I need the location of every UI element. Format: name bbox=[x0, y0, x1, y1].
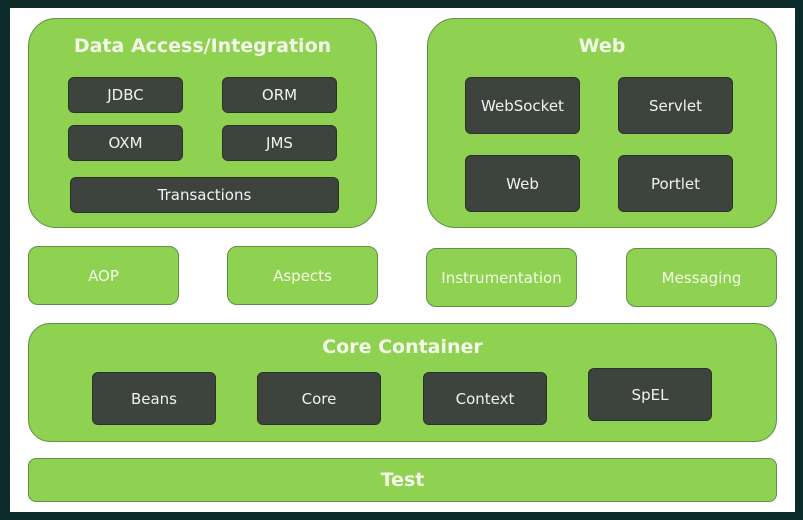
component-jms: JMS bbox=[222, 125, 337, 161]
component-orm: ORM bbox=[222, 77, 337, 113]
group-title: Core Container bbox=[322, 336, 483, 358]
component-spel: SpEL bbox=[588, 368, 712, 421]
module-aspects: Aspects bbox=[227, 246, 378, 305]
component-beans: Beans bbox=[92, 372, 216, 425]
component-websocket: WebSocket bbox=[465, 77, 580, 134]
component-context: Context bbox=[423, 372, 547, 425]
group-title: Data Access/Integration bbox=[73, 35, 332, 57]
core-container-group: Core Container Beans Core Context SpEL bbox=[28, 323, 777, 442]
data-access-group: Data Access/Integration JDBC ORM OXM JMS… bbox=[28, 18, 377, 228]
test-module: Test bbox=[28, 458, 777, 502]
component-web: Web bbox=[465, 155, 580, 212]
component-oxm: OXM bbox=[68, 125, 183, 161]
component-core: Core bbox=[257, 372, 381, 425]
component-portlet: Portlet bbox=[618, 155, 733, 212]
group-title: Web bbox=[578, 35, 626, 57]
module-instrumentation: Instrumentation bbox=[426, 248, 577, 307]
group-title: Test bbox=[380, 469, 425, 491]
web-group: Web WebSocket Servlet Web Portlet bbox=[427, 18, 777, 228]
component-transactions: Transactions bbox=[70, 177, 339, 213]
component-jdbc: JDBC bbox=[68, 77, 183, 113]
module-aop: AOP bbox=[28, 246, 179, 305]
module-messaging: Messaging bbox=[626, 248, 777, 307]
spring-framework-diagram: Data Access/Integration JDBC ORM OXM JMS… bbox=[10, 8, 795, 512]
component-servlet: Servlet bbox=[618, 77, 733, 134]
